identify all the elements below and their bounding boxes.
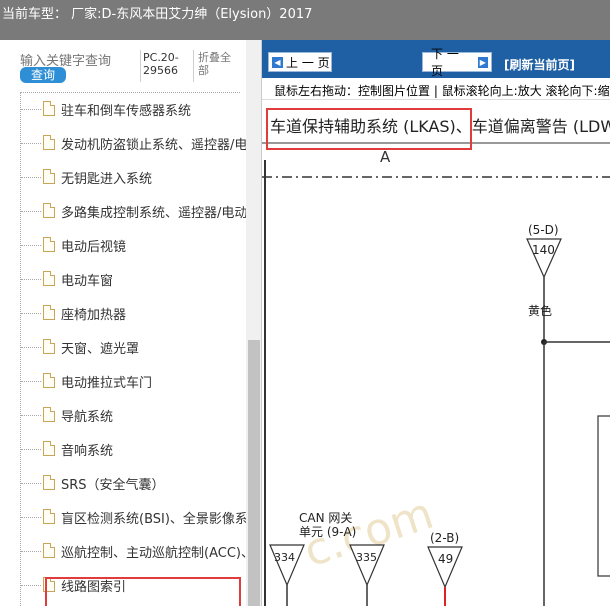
tree-item-label: 电动推拉式车门	[61, 376, 153, 391]
component-box	[597, 415, 610, 577]
tree-item-power-windows[interactable]: 电动车窗	[0, 262, 246, 296]
search-button[interactable]: 查询	[20, 67, 66, 83]
tree-item-sunroof[interactable]: 天窗、遮光罩	[0, 330, 246, 364]
sidebar-scrollbar[interactable]	[246, 40, 261, 606]
tree-item-label: 电动车窗	[61, 274, 114, 289]
tree-item-power-sliding-door[interactable]: 电动推拉式车门	[0, 364, 246, 398]
tree-item-srs[interactable]: SRS（安全气囊）	[0, 466, 246, 500]
separator	[193, 50, 194, 82]
document-icon	[43, 441, 55, 456]
tree-item-label: 音响系统	[61, 444, 114, 459]
document-icon	[43, 101, 55, 116]
scrollbar-thumb[interactable]	[248, 340, 260, 606]
tree-item-label: 天窗、遮光罩	[61, 342, 140, 357]
tree-item-label: 导航系统	[61, 410, 114, 425]
tree-item-label: 巡航控制、主动巡航控制(ACC)、	[61, 546, 246, 561]
connector-140-num: 140	[532, 243, 555, 257]
document-icon	[43, 543, 55, 558]
tree-list: 驻车和倒车传感器系统 发动机防盗锁止系统、遥控器/电 无钥匙进入系统 多路集成控…	[0, 92, 246, 602]
connector-334-num: 334	[274, 551, 295, 564]
window-title: 当前车型： 厂家:D-东风本田艾力绅（Elysion）2017	[0, 0, 610, 40]
tree-item-parking-sensor[interactable]: 驻车和倒车传感器系统	[0, 92, 246, 126]
separator	[140, 50, 141, 82]
tree-item-label: 发动机防盗锁止系统、遥控器/电	[61, 138, 246, 153]
connector-id-2b: (2-B)	[430, 531, 459, 545]
connector-id-5d: (5-D)	[528, 223, 559, 237]
tree-item-multiplex-control[interactable]: 多路集成控制系统、遥控器/电动	[0, 194, 246, 228]
connector-335-num: 335	[356, 551, 377, 564]
tree-item-cruise-control[interactable]: 巡航控制、主动巡航控制(ACC)、	[0, 534, 246, 568]
sidebar: 查询 PC.20-29566 折叠全部 驻车和倒车传感器系统 发动机防盗锁止系统…	[0, 40, 262, 606]
section-label: A	[380, 148, 391, 166]
pc-number: PC.20-29566	[143, 51, 179, 77]
highlight-box	[266, 108, 472, 150]
tree-item-power-mirrors[interactable]: 电动后视镜	[0, 228, 246, 262]
document-icon	[43, 305, 55, 320]
tree-item-immobilizer[interactable]: 发动机防盗锁止系统、遥控器/电	[0, 126, 246, 160]
tree-item-blind-spot[interactable]: 盲区检测系统(BSI)、全景影像系	[0, 500, 246, 534]
tree-item-label: 盲区检测系统(BSI)、全景影像系	[61, 512, 246, 527]
can-gateway-label: CAN 网关	[299, 511, 352, 525]
tree-item-label: SRS（安全气囊）	[61, 478, 165, 493]
document-icon	[43, 271, 55, 286]
document-icon	[43, 203, 55, 218]
document-icon	[43, 407, 55, 422]
wire-color-label: 黄色	[528, 304, 552, 318]
tree-item-keyless-entry[interactable]: 无钥匙进入系统	[0, 160, 246, 194]
collapse-all-button[interactable]: 折叠全部	[198, 51, 240, 77]
tree-item-label: 无钥匙进入系统	[61, 172, 153, 187]
tree-item-audio[interactable]: 音响系统	[0, 432, 246, 466]
document-icon	[43, 339, 55, 354]
tree-item-label: 驻车和倒车传感器系统	[61, 104, 192, 119]
tree-item-label: 多路集成控制系统、遥控器/电动	[61, 206, 246, 221]
tree-item-label: 电动后视镜	[61, 240, 127, 255]
tree-item-navigation[interactable]: 导航系统	[0, 398, 246, 432]
connector-49-num: 49	[438, 552, 453, 566]
document-icon	[43, 237, 55, 252]
can-gateway-label-2: 单元 (9-A)	[299, 525, 356, 539]
highlight-box	[45, 577, 241, 606]
document-icon	[43, 509, 55, 524]
document-icon	[43, 135, 55, 150]
tree-item-label: 座椅加热器	[61, 308, 127, 323]
diagram-viewer: ◀ 上 一 页 下 一 页 ▶ [刷新当前页] 鼠标左右拖动：控制图片位置 | …	[262, 40, 610, 606]
document-icon	[43, 475, 55, 490]
document-icon	[43, 373, 55, 388]
tree-item-seat-heater[interactable]: 座椅加热器	[0, 296, 246, 330]
search-area: 查询 PC.20-29566 折叠全部	[0, 40, 261, 92]
document-icon	[43, 169, 55, 184]
